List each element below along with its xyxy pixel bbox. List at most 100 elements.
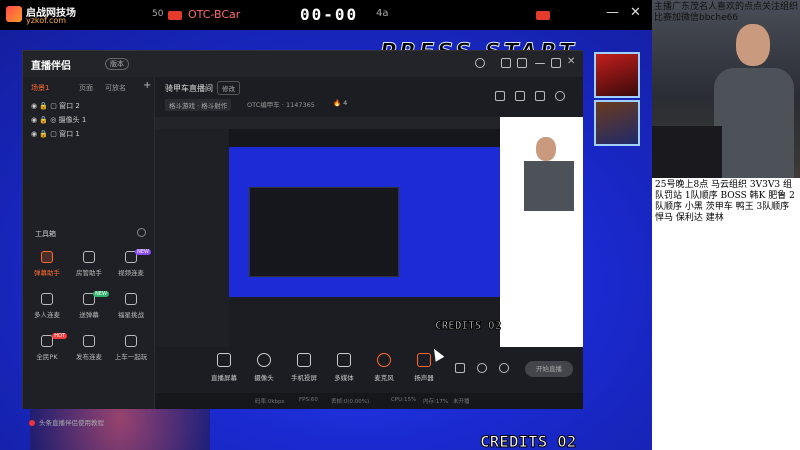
webcam-caption: 主播广东茂名人喜欢的点点关注组织比赛加微信bbche66 [654,2,799,23]
speaker-icon [417,353,431,367]
settings-icon[interactable] [499,363,509,373]
room-title: 骑甲车直播间 [165,84,213,93]
player3-tag: 4a [376,8,389,19]
media-icon [337,353,351,367]
toolbox-collapse-icon[interactable] [137,228,146,237]
event-notice-text: 25号晚上8点 马云组织 3V3V3 组队罚站 1队顺序 BOSS 韩K 肥鲁 … [655,180,795,223]
logo-url: yzkof.com [26,16,67,25]
close-app-icon[interactable]: ✕ [567,56,577,67]
left-panel: 场景1 页面 可放名 + ◉ 🔒 ▢ 窗口 2 ◉ 🔒 ◎ 摄像头 1 ◉ 🔒 … [23,77,155,427]
status-bitrate: 码率:0kbps [255,399,285,405]
layout-icon[interactable] [515,91,525,101]
scene-label: 摄像头 1 [58,116,87,124]
avatar-icon[interactable] [475,58,485,68]
match-timer: 00-00 [300,5,359,24]
status-cpu: CPU:15% [391,397,417,403]
status-memory: 内存:17% [423,399,449,405]
tool-send-danmaku[interactable]: NEW 送弹幕 [69,291,109,325]
tab-page[interactable]: 页面 [79,83,93,93]
scene-label: 窗口 2 [59,102,80,110]
event-notice: 25号晚上8点 马云组织 3V3V3 组队罚站 1队顺序 BOSS 韩K 肥鲁 … [652,178,800,450]
nested-titlebar [155,117,500,129]
viewer-count-value: 4 [343,99,348,107]
button-label: 摄像头 [254,374,274,382]
fighter-portrait-1 [594,52,640,98]
tool-publish-link[interactable]: 发布连麦 [69,333,109,367]
nested-streamer-head [536,137,556,161]
credits-main: CREDITS 02 [479,432,577,450]
nested-preview [155,117,500,347]
tool-label: 送弹幕 [79,311,99,319]
message-icon[interactable] [501,58,511,68]
screen-icon [217,353,231,367]
screen-capture-button[interactable]: 直播屏幕 [205,353,243,387]
lock-icon[interactable] [495,91,505,101]
webcam-feed [652,0,800,178]
stream-screen: 启战网技场 yzkof.com 50 OTC-BCar 00-00 4a — ✕… [0,0,800,450]
live-preview: CREDITS 02 [155,117,583,347]
tutorial-link[interactable]: 头条直播伴侣使用教程 [29,417,104,427]
minimize-icon[interactable]: — [606,5,619,20]
tool-danmaku[interactable]: 弹幕助手 [27,249,67,283]
nested-left-panel [155,129,229,347]
tool-ride-together[interactable]: 上车一起玩 [111,333,151,367]
microphone-button[interactable]: 麦克风 [365,353,403,387]
phone-cast-button[interactable]: 手机投屏 [285,353,323,387]
add-scene-icon[interactable]: + [143,80,151,91]
car-icon [125,335,137,347]
room-header: 骑甲车直播间 修改 格斗游戏 · 格斗射作 OTC编甲车 · 1147365 🔥… [155,77,583,117]
publish-icon [83,335,95,347]
scene-item-window2[interactable]: ◉ 🔒 ▢ 窗口 2 [31,101,80,111]
lucky-icon [125,293,137,305]
site-logo: 启战网技场 yzkof.com [6,4,92,26]
button-label: 麦克风 [374,374,394,382]
new-badge: NEW [135,249,151,255]
credits-preview: CREDITS 02 [434,319,502,333]
menu-icon[interactable] [517,58,527,68]
tool-lucky-challenge[interactable]: 福星挑战 [111,291,151,325]
status-dropped: 丢帧:0(0.00%) [331,399,370,405]
room-id: OTC编甲车 · 1147365 [247,101,315,109]
record-icon[interactable] [455,363,465,373]
share-icon[interactable] [555,91,565,101]
app-logo: 直播伴侣 [31,61,71,72]
camera-button[interactable]: 摄像头 [245,353,283,387]
start-live-button[interactable]: 开始直播 [525,361,573,377]
tool-multi-link[interactable]: 多人连麦 [27,291,67,325]
streamer-body [714,68,794,178]
streaming-app-window: 直播伴侣 版本 ✕ 场景1 页面 可放名 + ◉ 🔒 ▢ 窗口 2 ◉ 🔒 ◎ … [22,50,583,427]
close-icon[interactable]: ✕ [630,5,641,20]
minimize-app-icon[interactable] [535,63,545,64]
bell-icon[interactable] [535,91,545,101]
button-label: 多媒体 [334,374,354,382]
arcade-stick [652,126,722,178]
scene-item-camera1[interactable]: ◉ 🔒 ◎ 摄像头 1 [31,115,86,125]
tool-label: 发布连麦 [76,353,102,361]
player4-flag-icon [536,11,550,20]
media-button[interactable]: 多媒体 [325,353,363,387]
eye-icon[interactable] [477,363,487,373]
fighter-portrait-2 [594,100,640,146]
new-badge: NEW [93,291,109,297]
hot-badge: HOT [52,333,67,339]
streamer-head [736,24,770,66]
tool-room-admin[interactable]: 房管助手 [69,249,109,283]
logo-mark-icon [6,6,22,22]
status-live: 未开播 [453,399,470,405]
category-selector[interactable]: 格斗游戏 · 格斗射作 [165,99,232,111]
maximize-app-icon[interactable] [551,58,561,68]
viewer-count: 🔥 4 [333,99,348,107]
tool-label: 福星挑战 [118,311,144,319]
admin-icon [83,251,95,263]
tool-pk[interactable]: HOT 全民PK [27,333,67,367]
scene-item-window1[interactable]: ◉ 🔒 ▢ 窗口 1 [31,129,80,139]
edit-title-button[interactable]: 修改 [217,81,240,95]
tab-scene[interactable]: 场景1 [31,83,49,93]
nested-streamer-body [524,161,574,211]
app-titlebar: 直播伴侣 版本 ✕ [23,51,583,77]
nested-sidebar [500,117,583,347]
version-badge[interactable]: 版本 [105,58,129,70]
tool-video-link[interactable]: NEW 视频连麦 [111,249,151,283]
player2-name: OTC-BCar [188,8,241,21]
tab-sources[interactable]: 可放名 [105,83,126,93]
